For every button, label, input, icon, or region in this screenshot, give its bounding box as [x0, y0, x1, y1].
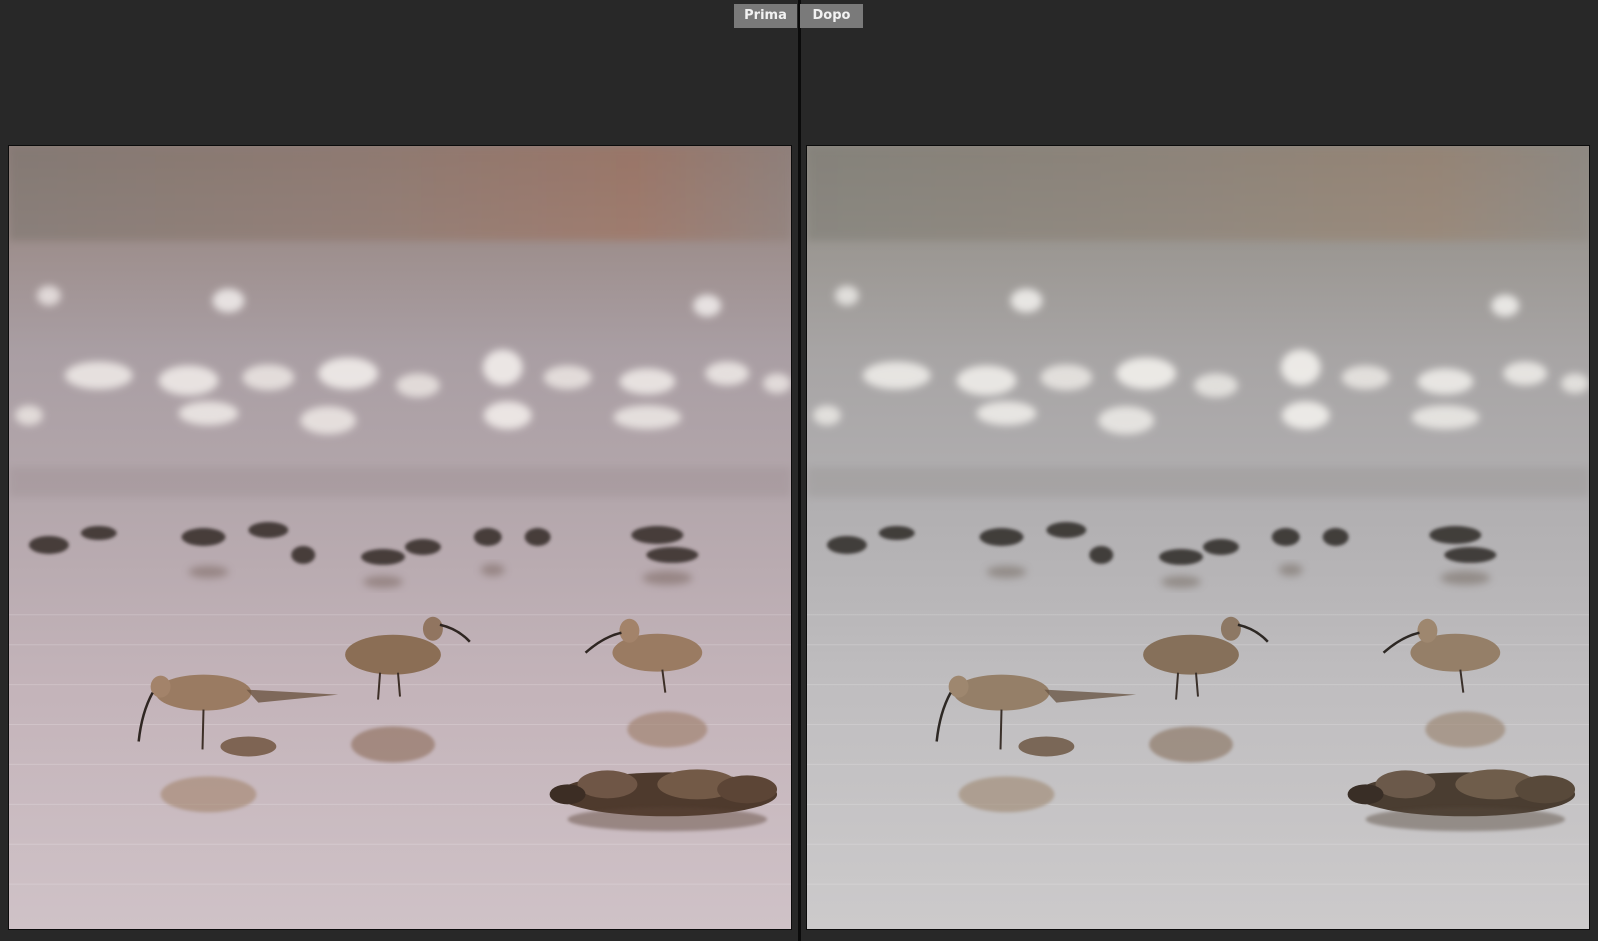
after-pane	[801, 0, 1598, 941]
before-photo-image	[9, 146, 791, 929]
before-pane	[0, 0, 798, 941]
after-photo[interactable]	[806, 145, 1590, 930]
after-tab[interactable]: Dopo	[800, 4, 863, 28]
after-photo-image	[807, 146, 1589, 929]
before-tab[interactable]: Prima	[734, 4, 797, 28]
before-photo[interactable]	[8, 145, 792, 930]
before-after-compare-view: Prima Dopo	[0, 0, 1598, 941]
